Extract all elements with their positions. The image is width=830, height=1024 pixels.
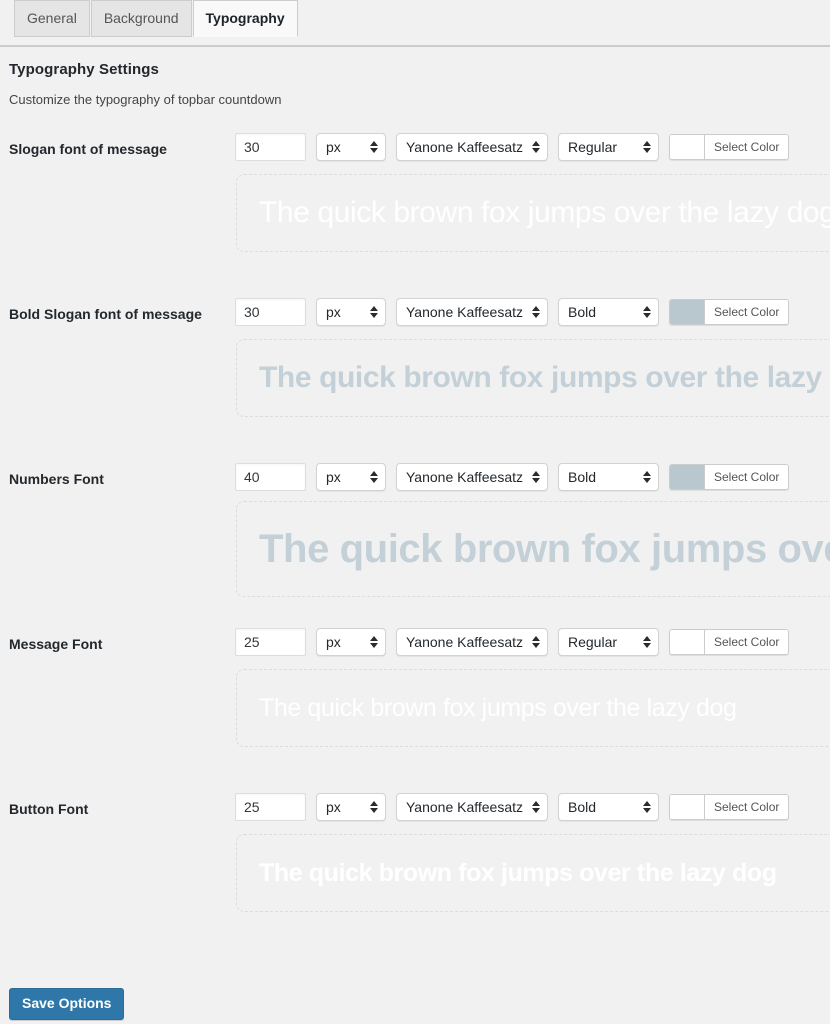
color-swatch: [670, 135, 705, 159]
field-controls: px Yanone Kaffeesatz Bold Select Color: [235, 793, 790, 821]
stepper-arrows-icon: [369, 634, 378, 650]
font-family-value: Yanone Kaffeesatz: [406, 799, 524, 815]
font-weight-select[interactable]: Bold: [558, 793, 659, 821]
settings-row-bold-slogan-font: Bold Slogan font of message px Yanone Ka…: [0, 298, 830, 463]
font-weight-value: Bold: [568, 799, 597, 815]
settings-row-message-font: Message Font px Yanone Kaffeesatz Regula…: [0, 628, 830, 793]
select-color-label: Select Color: [705, 630, 789, 654]
tab-general[interactable]: General: [14, 0, 90, 37]
font-weight-select[interactable]: Bold: [558, 298, 659, 326]
font-family-value: Yanone Kaffeesatz: [406, 304, 524, 320]
footer-actions: Save Options: [9, 988, 125, 1020]
font-family-select[interactable]: Yanone Kaffeesatz: [396, 133, 548, 161]
select-color-label: Select Color: [705, 795, 789, 819]
stepper-arrows-icon: [642, 139, 651, 155]
font-size-input[interactable]: [235, 298, 306, 326]
font-weight-value: Bold: [568, 304, 597, 320]
select-color-button[interactable]: Select Color: [669, 629, 790, 655]
tab-bar: General Background Typography: [0, 0, 830, 47]
stepper-arrows-icon: [369, 799, 378, 815]
field-controls: px Yanone Kaffeesatz Regular Select Colo…: [235, 133, 790, 161]
font-preview-box: The quick brown fox jumps over the lazy …: [236, 834, 830, 912]
font-weight-select[interactable]: Bold: [558, 463, 659, 491]
select-color-label: Select Color: [705, 465, 789, 489]
font-preview-box: The quick brown fox jumps over the lazy …: [236, 669, 830, 747]
save-options-button[interactable]: Save Options: [9, 988, 125, 1020]
preview-text: The quick brown fox jumps over the lazy …: [259, 196, 830, 229]
font-preview-box: The quick brown fox jumps over the lazy …: [236, 339, 830, 417]
font-size-input[interactable]: [235, 133, 306, 161]
stepper-arrows-icon: [642, 469, 651, 485]
font-preview-box: The quick brown fox jumps over the lazy …: [236, 174, 830, 252]
font-family-select[interactable]: Yanone Kaffeesatz: [396, 628, 548, 656]
font-weight-select[interactable]: Regular: [558, 628, 659, 656]
font-unit-value: px: [326, 304, 341, 320]
field-label: Message Font: [9, 636, 103, 652]
font-family-value: Yanone Kaffeesatz: [406, 139, 524, 155]
tab-typography[interactable]: Typography: [192, 0, 298, 37]
font-family-select[interactable]: Yanone Kaffeesatz: [396, 793, 548, 821]
field-label: Bold Slogan font of message: [9, 306, 202, 322]
stepper-arrows-icon: [531, 634, 540, 650]
preview-text: The quick brown fox jumps over the lazy …: [259, 693, 737, 722]
stepper-arrows-icon: [369, 304, 378, 320]
stepper-arrows-icon: [531, 799, 540, 815]
font-weight-value: Regular: [568, 634, 618, 650]
select-color-button[interactable]: Select Color: [669, 134, 790, 160]
select-color-button[interactable]: Select Color: [669, 299, 790, 325]
preview-text: The quick brown fox jumps over the lazy …: [259, 858, 777, 887]
color-swatch: [670, 300, 705, 324]
stepper-arrows-icon: [642, 304, 651, 320]
stepper-arrows-icon: [642, 799, 651, 815]
stepper-arrows-icon: [531, 469, 540, 485]
color-swatch: [670, 630, 705, 654]
font-family-select[interactable]: Yanone Kaffeesatz: [396, 298, 548, 326]
field-controls: px Yanone Kaffeesatz Bold Select Color: [235, 298, 790, 326]
font-weight-value: Bold: [568, 469, 597, 485]
select-color-button[interactable]: Select Color: [669, 464, 790, 490]
color-swatch: [670, 795, 705, 819]
field-controls: px Yanone Kaffeesatz Bold Select Color: [235, 463, 790, 491]
select-color-label: Select Color: [705, 300, 789, 324]
font-unit-value: px: [326, 799, 341, 815]
font-unit-select[interactable]: px: [316, 133, 386, 161]
font-unit-select[interactable]: px: [316, 628, 386, 656]
stepper-arrows-icon: [642, 634, 651, 650]
settings-row-slogan-font: Slogan font of message px Yanone Kaffees…: [0, 133, 830, 298]
field-label: Slogan font of message: [9, 141, 167, 157]
settings-row-button-font: Button Font px Yanone Kaffeesatz Bold Se…: [0, 793, 830, 958]
preview-text: The quick brown fox jumps over the lazy …: [259, 361, 830, 394]
font-weight-value: Regular: [568, 139, 618, 155]
preview-text: The quick brown fox jumps over the lazy …: [259, 527, 830, 571]
font-family-value: Yanone Kaffeesatz: [406, 634, 524, 650]
select-color-button[interactable]: Select Color: [669, 794, 790, 820]
font-preview-box: The quick brown fox jumps over the lazy …: [236, 501, 830, 597]
page-title: Typography Settings: [9, 61, 159, 78]
stepper-arrows-icon: [369, 469, 378, 485]
field-label: Button Font: [9, 801, 89, 817]
font-weight-select[interactable]: Regular: [558, 133, 659, 161]
tab-background[interactable]: Background: [90, 0, 192, 37]
font-unit-select[interactable]: px: [316, 793, 386, 821]
settings-rows: Slogan font of message px Yanone Kaffees…: [0, 133, 830, 958]
stepper-arrows-icon: [531, 139, 540, 155]
font-family-value: Yanone Kaffeesatz: [406, 469, 524, 485]
font-unit-value: px: [326, 469, 341, 485]
font-unit-value: px: [326, 634, 341, 650]
stepper-arrows-icon: [369, 139, 378, 155]
settings-row-numbers-font: Numbers Font px Yanone Kaffeesatz Bold S…: [0, 463, 830, 628]
font-unit-select[interactable]: px: [316, 463, 386, 491]
stepper-arrows-icon: [531, 304, 540, 320]
font-size-input[interactable]: [235, 793, 306, 821]
select-color-label: Select Color: [705, 135, 789, 159]
font-unit-select[interactable]: px: [316, 298, 386, 326]
font-size-input[interactable]: [235, 463, 306, 491]
font-family-select[interactable]: Yanone Kaffeesatz: [396, 463, 548, 491]
color-swatch: [670, 465, 705, 489]
field-controls: px Yanone Kaffeesatz Regular Select Colo…: [235, 628, 790, 656]
font-unit-value: px: [326, 139, 341, 155]
field-label: Numbers Font: [9, 471, 104, 487]
page-description: Customize the typography of topbar count…: [9, 92, 282, 107]
font-size-input[interactable]: [235, 628, 306, 656]
